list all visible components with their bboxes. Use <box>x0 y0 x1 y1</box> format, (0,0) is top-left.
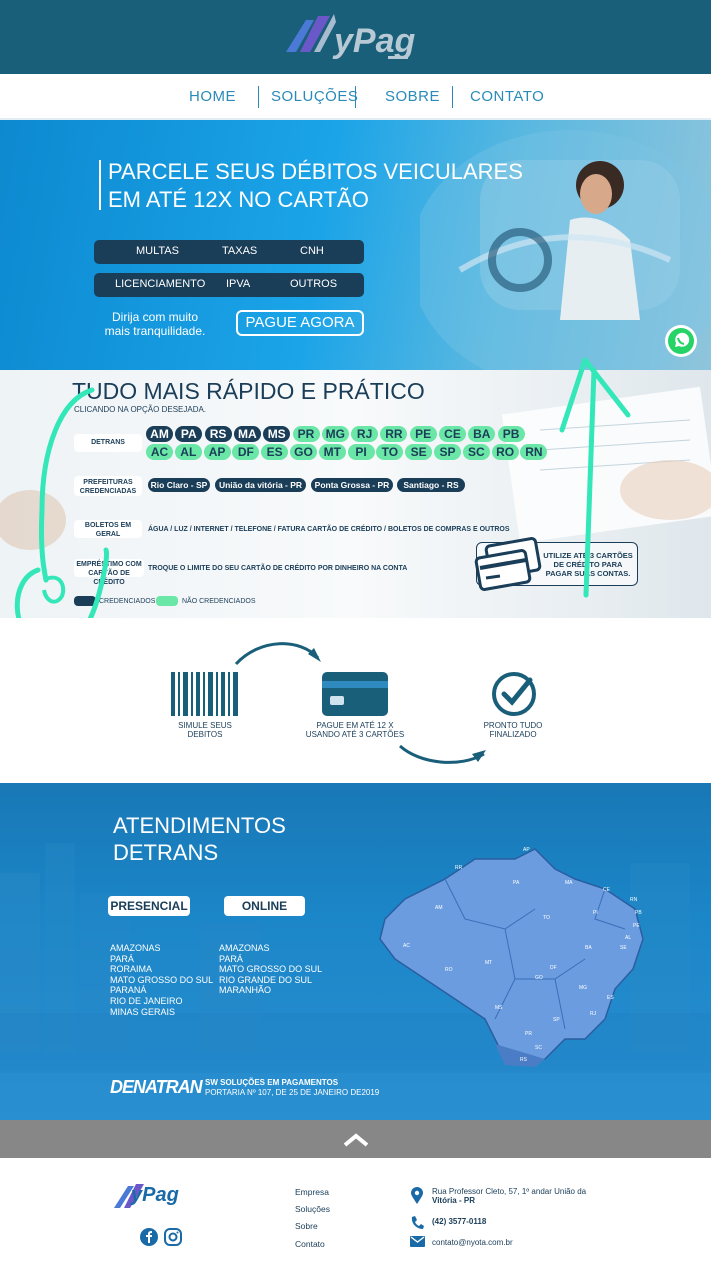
how-it-works-section: SIMULE SEUS DEBITOS PAGUE EM ATÉ 12 X US… <box>0 618 711 783</box>
presencial-state: RIO DE JANEIRO <box>110 996 183 1006</box>
map-state-label: CE <box>603 887 611 893</box>
map-state-label: AP <box>523 847 530 853</box>
denatran-logo: DENATRAN <box>110 1077 203 1097</box>
map-state-label: SP <box>553 1017 560 1023</box>
sw-company-name: SW SOLUÇÕES EM PAGAMENTOS <box>205 1078 339 1087</box>
back-to-top-bar[interactable] <box>0 1120 711 1158</box>
map-state-label: RO <box>445 967 453 973</box>
brazil-map: AM RR AP PA MA CE RN PB PEAL SE BA PI TO MT RO AC GO DF MG… <box>379 847 644 1067</box>
annotation-marks <box>14 357 631 620</box>
address-text: Rua Professor Cleto, 57, 1º andar União … <box>432 1187 587 1205</box>
main-nav: HOME SOLUÇÕES SOBRE CONTATO <box>0 74 711 120</box>
online-tab[interactable]: ONLINE <box>224 896 305 916</box>
online-state: RIO GRANDE DO SUL <box>219 974 313 985</box>
nav-contato[interactable]: CONTATO <box>470 88 544 105</box>
instagram-icon[interactable] <box>164 1228 182 1246</box>
email-text[interactable]: contato@nyota.com.br <box>432 1238 513 1247</box>
map-state-label: RS <box>520 1057 528 1063</box>
map-state-label: SE <box>620 945 627 951</box>
presencial-state: MATO GROSSO DO SUL <box>110 974 214 985</box>
nav-home[interactable]: HOME <box>189 88 236 105</box>
email-icon <box>410 1236 425 1247</box>
step-pague: PAGUE EM ATÉ 12 X USANDO ATÉ 3 CARTÕES <box>305 721 405 739</box>
facebook-icon[interactable] <box>140 1228 158 1246</box>
online-state: MATO GROSSO DO SUL <box>219 964 323 975</box>
nav-sobre[interactable]: SOBRE <box>385 88 440 105</box>
online-state: AMAZONAS <box>219 943 270 953</box>
online-state: PARÁ <box>219 953 243 964</box>
map-state-label: RN <box>630 897 638 903</box>
map-state-label: RR <box>455 865 463 871</box>
presencial-state: MINAS GERAIS <box>110 1006 176 1017</box>
footer-link-sobre[interactable]: Sobre <box>295 1221 318 1231</box>
map-state-label: PB <box>635 910 642 916</box>
presencial-state: AMAZONAS <box>110 943 161 953</box>
map-state-label: MT <box>485 960 492 966</box>
phone-text[interactable]: (42) 3577-0118 <box>432 1217 486 1226</box>
nav-divider <box>355 86 356 108</box>
map-state-label: SC <box>535 1045 542 1051</box>
header: yPag <box>0 0 711 74</box>
page: yPag HOME SOLUÇÕES SOBRE CONTATO PARCELE… <box>0 0 711 1280</box>
nav-solucoes[interactable]: SOLUÇÕES <box>271 88 358 105</box>
title-bar <box>99 160 101 210</box>
step-pronto: PRONTO TUDO FINALIZADO <box>483 721 543 739</box>
phone-icon <box>411 1216 424 1229</box>
map-state-label: PI <box>593 910 598 916</box>
map-state-label: AL <box>625 935 631 941</box>
step-simule: SIMULE SEUS DEBITOS <box>178 721 232 739</box>
portaria-text: PORTARIA Nº 107, DE 25 DE JANEIRO DE2019 <box>205 1088 380 1097</box>
map-state-label: MS <box>495 1005 503 1011</box>
map-state-label: TO <box>543 915 550 921</box>
footer-link-contato[interactable]: Contato <box>295 1239 325 1249</box>
atendimentos-section: ATENDIMENTOS DETRANS PRESENCIAL ONLINE A… <box>0 783 711 1120</box>
map-state-label: RJ <box>590 1011 597 1017</box>
map-state-label: AC <box>403 943 410 949</box>
servicos-section: TUDO MAIS RÁPIDO E PRÁTICO CLICANDO NA O… <box>0 357 711 620</box>
nav-divider <box>452 86 453 108</box>
chevron-up-icon[interactable] <box>343 1133 369 1147</box>
logo-underline <box>388 56 408 59</box>
presencial-tab[interactable]: PRESENCIAL <box>108 896 190 916</box>
footer-logo[interactable]: yPag <box>131 1184 179 1207</box>
atendimentos-title: ATENDIMENTOS DETRANS <box>113 813 286 865</box>
presencial-state: PARÁ <box>110 953 134 964</box>
map-state-label: MA <box>565 880 573 886</box>
map-state-label: MG <box>579 985 587 991</box>
map-state-label: PR <box>525 1031 532 1037</box>
online-state: MARANHÃO <box>219 985 272 996</box>
footer-link-solucoes[interactable]: Soluções <box>295 1204 330 1214</box>
check-circle-icon <box>492 672 536 716</box>
presencial-state: PARANÁ <box>110 985 147 996</box>
map-state-label: AM <box>435 905 443 911</box>
footer-link-empresa[interactable]: Empresa <box>295 1187 329 1197</box>
hero-title: PARCELE SEUS DÉBITOS VEICULARES EM ATÉ 1… <box>108 159 523 212</box>
nav-divider <box>258 86 259 108</box>
credit-card-icon <box>322 672 388 716</box>
location-pin-icon <box>411 1187 423 1204</box>
presencial-state: RORAIMA <box>110 964 153 975</box>
logo-mark-icon <box>286 14 336 52</box>
map-state-label: GO <box>535 975 543 981</box>
map-state-label: DF <box>550 965 557 971</box>
map-state-label: PE <box>633 923 640 929</box>
map-state-label: BA <box>585 945 592 951</box>
footer: yPag Empresa Soluções Sobre Contato Rua … <box>0 1158 711 1280</box>
map-state-label: PA <box>513 880 520 886</box>
map-state-label: ES <box>607 995 614 1001</box>
barcode-icon <box>171 672 238 716</box>
